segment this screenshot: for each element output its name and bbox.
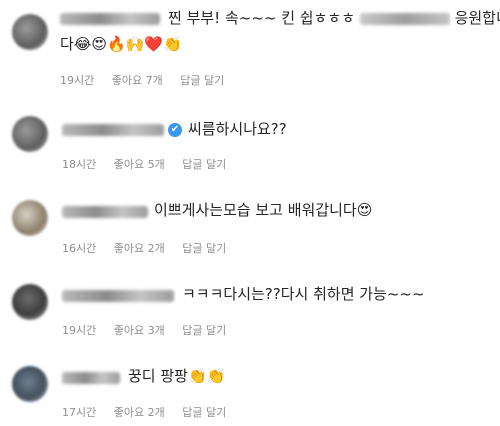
comment-meta: 19시간 좋아요 3개 답글 달기 bbox=[62, 322, 240, 338]
reply-button[interactable]: 답글 달기 bbox=[182, 324, 226, 337]
username-blurred[interactable] bbox=[62, 290, 174, 302]
comment-meta: 17시간 좋아요 2개 답글 달기 bbox=[62, 404, 240, 420]
timestamp: 19시간 bbox=[60, 74, 95, 87]
emoji-group: 👏👏 bbox=[187, 367, 226, 385]
comment-text-part: 꿍디 팡팡 bbox=[128, 367, 188, 385]
comment-text-part: 찐 부부! 속~~~ 킨 쉽ㅎㅎㅎ bbox=[168, 9, 355, 27]
mention-blurred[interactable] bbox=[359, 12, 450, 25]
reply-button[interactable]: 답글 달기 bbox=[182, 406, 226, 419]
timestamp: 17시간 bbox=[62, 406, 97, 419]
emoji-group: 😍 bbox=[356, 201, 373, 219]
avatar[interactable] bbox=[12, 14, 48, 50]
comment-meta: 19시간 좋아요 7개 답글 달기 bbox=[60, 72, 238, 88]
comment-item: 이쁘게사는모습 보고 배워갑니다😍 16시간 좋아요 2개 답글 달기 bbox=[0, 192, 500, 262]
comment-item: 꿍디 팡팡👏👏 17시간 좋아요 2개 답글 달기 bbox=[0, 360, 500, 426]
likes-count[interactable]: 좋아요 3개 bbox=[114, 324, 165, 337]
comment-text-part: 이쁘게사는모습 보고 배워갑니다 bbox=[154, 201, 357, 219]
emoji-group: 😂😍🔥🙌❤️👏 bbox=[73, 35, 182, 53]
timestamp: 16시간 bbox=[62, 242, 97, 255]
reply-button[interactable]: 답글 달기 bbox=[182, 158, 226, 171]
comment-text: 이쁘게사는모습 보고 배워갑니다😍 bbox=[154, 200, 372, 221]
username-blurred[interactable] bbox=[62, 372, 120, 384]
avatar[interactable] bbox=[12, 200, 48, 236]
likes-count[interactable]: 좋아요 2개 bbox=[114, 242, 165, 255]
likes-count[interactable]: 좋아요 7개 bbox=[112, 74, 163, 87]
timestamp: 18시간 bbox=[62, 158, 97, 171]
likes-count[interactable]: 좋아요 2개 bbox=[114, 406, 165, 419]
comment-text-line2: 다😂😍🔥🙌❤️👏 bbox=[60, 34, 182, 55]
avatar[interactable] bbox=[12, 284, 48, 320]
username-blurred[interactable] bbox=[60, 13, 160, 25]
likes-count[interactable]: 좋아요 5개 bbox=[114, 158, 165, 171]
comment-text: 씨름하시나요?? bbox=[188, 120, 287, 138]
comment-text-part: 응원합니 bbox=[454, 9, 500, 27]
comment-text: 찐 부부! 속~~~ 킨 쉽ㅎㅎㅎ 응원합니 bbox=[168, 8, 500, 29]
comment-text-part: 다 bbox=[60, 35, 74, 53]
timestamp: 19시간 bbox=[62, 324, 97, 337]
verified-badge-icon: ✔ bbox=[168, 123, 182, 137]
username-blurred[interactable] bbox=[62, 124, 164, 136]
comment-meta: 16시간 좋아요 2개 답글 달기 bbox=[62, 240, 240, 256]
reply-button[interactable]: 답글 달기 bbox=[182, 242, 226, 255]
comment-item: 찐 부부! 속~~~ 킨 쉽ㅎㅎㅎ 응원합니 다😂😍🔥🙌❤️👏 19시간 좋아요… bbox=[0, 0, 500, 90]
username-blurred[interactable] bbox=[62, 206, 148, 218]
comment-item: ✔ 씨름하시나요?? 18시간 좋아요 5개 답글 달기 bbox=[0, 108, 500, 178]
comment-text: 꿍디 팡팡👏👏 bbox=[128, 366, 225, 387]
comment-text: ㅋㅋㅋ다시는??다시 취하면 가능~~~ bbox=[182, 285, 425, 303]
comment-item: ㅋㅋㅋ다시는??다시 취하면 가능~~~ 19시간 좋아요 3개 답글 달기 bbox=[0, 276, 500, 346]
avatar[interactable] bbox=[12, 366, 48, 402]
comment-meta: 18시간 좋아요 5개 답글 달기 bbox=[62, 156, 240, 172]
reply-button[interactable]: 답글 달기 bbox=[180, 74, 224, 87]
avatar[interactable] bbox=[12, 116, 48, 152]
